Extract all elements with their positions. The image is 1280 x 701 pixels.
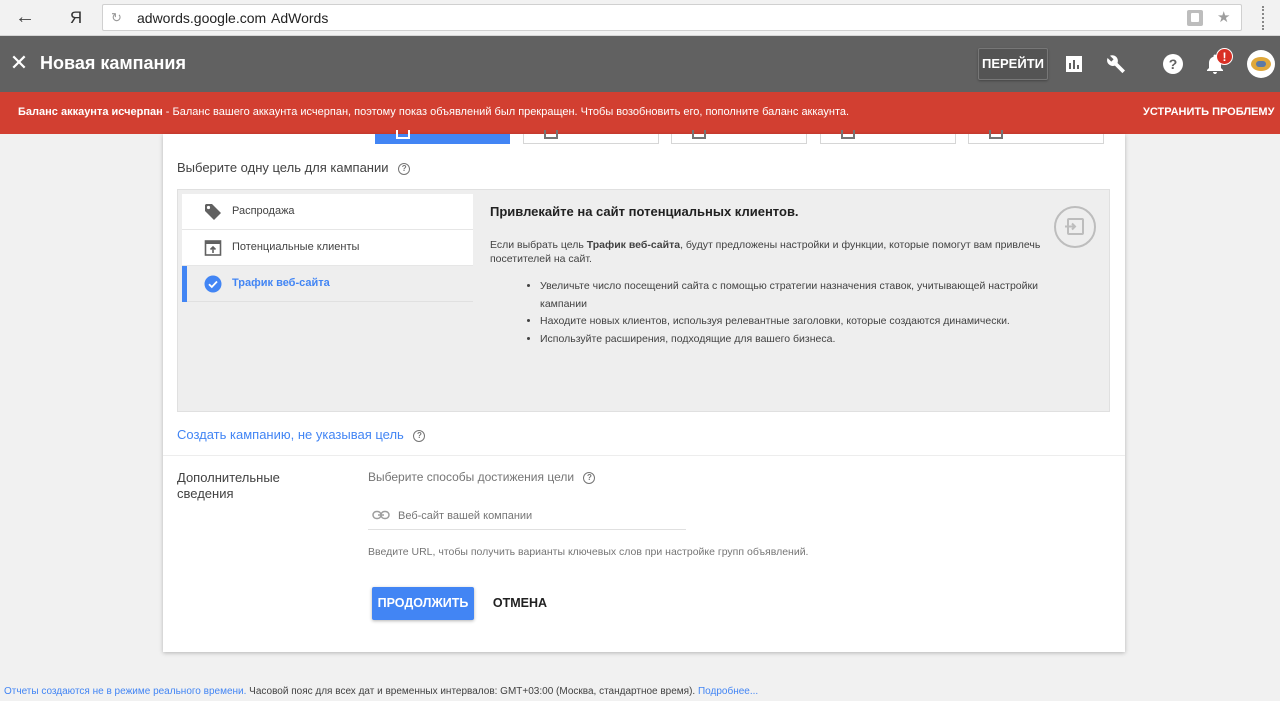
url-hint: Введите URL, чтобы получить варианты клю…: [368, 546, 809, 558]
website-enter-glyph: [1065, 218, 1084, 235]
create-without-goal-text[interactable]: Создать кампанию, не указывая цель: [177, 427, 404, 442]
footer-note: Отчеты создаются не в режиме реального в…: [4, 686, 758, 697]
goal-label: Трафик веб-сайта: [232, 277, 330, 289]
footer-realtime-note: Отчеты создаются не в режиме реального в…: [4, 686, 247, 697]
goal-description: Привлекайте на сайт потенциальных клиент…: [490, 204, 1050, 348]
goal-label: Распродажа: [232, 205, 295, 217]
campaign-type-icon: [989, 130, 1003, 139]
campaign-type-tab-3[interactable]: [671, 130, 807, 144]
campaign-type-tab-5[interactable]: [968, 130, 1104, 144]
help-circle-icon[interactable]: ?: [398, 162, 411, 175]
website-url-input[interactable]: [398, 506, 678, 526]
section-divider: [163, 455, 1125, 456]
goal-list: Распродажа Потенциальные клиенты Трафик …: [182, 194, 473, 302]
website-url-field[interactable]: [368, 502, 686, 530]
url-domain: adwords.google.com: [137, 10, 267, 26]
goal-selection-panel: Распродажа Потенциальные клиенты Трафик …: [177, 189, 1110, 412]
yandex-logo-icon[interactable]: Я: [66, 6, 86, 30]
reload-icon[interactable]: ↻: [111, 10, 122, 26]
create-without-goal-link[interactable]: Создать кампанию, не указывая цель ?: [177, 427, 426, 442]
goal-benefits-list: Увеличьте число посещений сайта с помощь…: [540, 278, 1050, 348]
svg-text:?: ?: [1169, 56, 1178, 72]
methods-label-text: Выберите способы достижения цели: [368, 470, 575, 484]
benefit-item: Используйте расширения, подходящие для в…: [540, 331, 1050, 349]
goal-item-website-traffic[interactable]: Трафик веб-сайта: [182, 266, 473, 302]
page-title: Новая кампания: [40, 53, 186, 73]
extra-details-label: Дополнительные сведения: [177, 470, 280, 501]
website-enter-icon: [1054, 206, 1096, 248]
tag-icon: [205, 204, 221, 220]
lead-form-icon: [204, 240, 222, 256]
campaign-type-icon: [544, 130, 558, 139]
reports-icon[interactable]: [1062, 52, 1086, 76]
campaign-goal-card: Выберите одну цель для кампании ? Распро…: [163, 130, 1125, 652]
goal-label: Потенциальные клиенты: [232, 241, 360, 253]
alert-title: Баланс аккаунта исчерпан: [18, 106, 163, 118]
browser-menu-icon[interactable]: [1262, 6, 1268, 30]
star-icon[interactable]: ★: [1217, 8, 1230, 26]
app-header: ✕ Новая кампания ПЕРЕЙТИ ? !: [0, 36, 1280, 92]
intro-text: Если выбрать цель: [490, 239, 587, 251]
campaign-type-tab-1[interactable]: [375, 130, 510, 144]
campaign-type-tabs: [163, 130, 1125, 144]
goal-description-title: Привлекайте на сайт потенциальных клиент…: [490, 204, 799, 219]
address-bar[interactable]: ↻ adwords.google.com AdWords ★: [102, 4, 1242, 31]
alert-message: Баланс аккаунта исчерпан - Баланс вашего…: [18, 106, 849, 118]
lock-icon[interactable]: [1187, 10, 1203, 26]
browser-toolbar: ← Я ↻ adwords.google.com AdWords ★: [0, 0, 1280, 36]
footer-more-link[interactable]: Подробнее...: [698, 686, 758, 697]
wrench-icon[interactable]: [1104, 52, 1128, 76]
goal-heading: Выберите одну цель для кампании ?: [177, 160, 411, 175]
help-circle-icon[interactable]: ?: [413, 429, 426, 442]
alert-body: - Баланс вашего аккаунта исчерпан, поэто…: [162, 106, 850, 118]
check-circle-icon: [204, 275, 222, 293]
help-circle-icon[interactable]: ?: [583, 471, 596, 484]
benefit-item: Находите новых клиентов, используя релев…: [540, 313, 1050, 331]
close-icon[interactable]: ✕: [8, 50, 30, 76]
campaign-type-icon: [841, 130, 855, 139]
notification-badge: !: [1216, 48, 1233, 65]
account-balance-alert: Баланс аккаунта исчерпан - Баланс вашего…: [0, 92, 1280, 134]
help-icon[interactable]: ?: [1161, 52, 1185, 76]
campaign-type-icon: [692, 130, 706, 139]
page-title-in-address: AdWords: [271, 10, 329, 26]
link-icon: [372, 510, 390, 520]
goal-description-intro: Если выбрать цель Трафик веб-сайта, буду…: [490, 238, 1050, 266]
methods-label: Выберите способы достижения цели ?: [368, 470, 596, 484]
back-arrow-icon[interactable]: ←: [12, 6, 38, 30]
campaign-type-icon: [396, 130, 410, 139]
footer-timezone-note: Часовой пояс для всех дат и временных ин…: [246, 686, 696, 697]
intro-goal-name: Трафик веб-сайта: [586, 239, 681, 251]
campaign-type-tab-2[interactable]: [523, 130, 659, 144]
avatar[interactable]: [1247, 50, 1275, 78]
go-to-button[interactable]: ПЕРЕЙТИ: [978, 48, 1048, 80]
benefit-item: Увеличьте число посещений сайта с помощь…: [540, 278, 1050, 313]
goal-item-sales[interactable]: Распродажа: [182, 194, 473, 230]
goal-item-leads[interactable]: Потенциальные клиенты: [182, 230, 473, 266]
goal-heading-text: Выберите одну цель для кампании: [177, 160, 389, 175]
campaign-type-tab-4[interactable]: [820, 130, 956, 144]
fix-problem-button[interactable]: УСТРАНИТЬ ПРОБЛЕМУ: [1143, 106, 1274, 118]
continue-button[interactable]: ПРОДОЛЖИТЬ: [372, 587, 474, 620]
cancel-button[interactable]: ОТМЕНА: [489, 587, 551, 620]
